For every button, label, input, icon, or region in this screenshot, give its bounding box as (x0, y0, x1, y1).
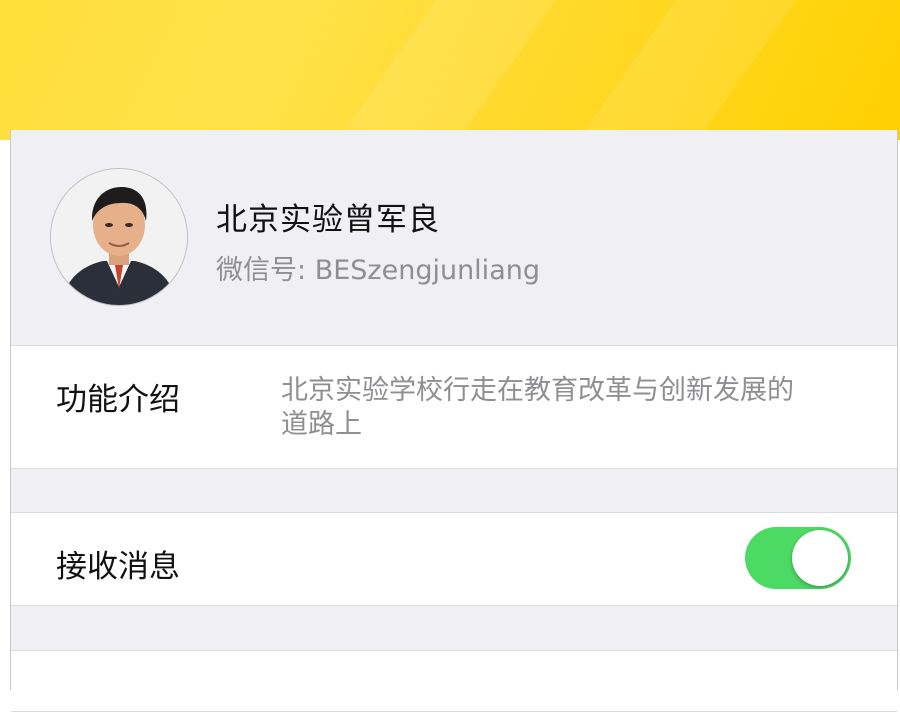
next-row[interactable] (11, 650, 897, 712)
account-name: 北京实验曾军良 (216, 202, 440, 238)
wechat-id-line: 微信号: BESzengjunliang (216, 248, 540, 287)
receive-messages-toggle[interactable] (745, 527, 851, 589)
portrait-image (51, 169, 187, 305)
intro-text-line: 道路上 (281, 409, 362, 440)
toggle-knob (792, 530, 848, 586)
banner-stripe (295, 0, 585, 140)
wechat-id-value: BESzengjunliang (314, 255, 540, 286)
intro-text: 北京实验学校行走在教育改革与创新发展的 道路上 (281, 374, 861, 442)
profile-header: 北京实验曾军良 微信号: BESzengjunliang (11, 130, 897, 345)
official-account-profile-screen: 北京实验曾军良 微信号: BESzengjunliang 功能介绍 北京实验学校… (10, 130, 898, 712)
intro-text-line: 北京实验学校行走在教育改革与创新发展的 (281, 375, 794, 406)
receive-messages-row: 接收消息 (11, 512, 897, 606)
avatar[interactable] (50, 168, 188, 306)
intro-label: 功能介绍 (56, 382, 180, 418)
top-banner (0, 0, 900, 140)
banner-stripe (535, 0, 825, 140)
receive-messages-label: 接收消息 (56, 549, 180, 585)
intro-row: 功能介绍 北京实验学校行走在教育改革与创新发展的 道路上 (11, 345, 897, 469)
wechat-id-label: 微信号: (216, 255, 307, 286)
